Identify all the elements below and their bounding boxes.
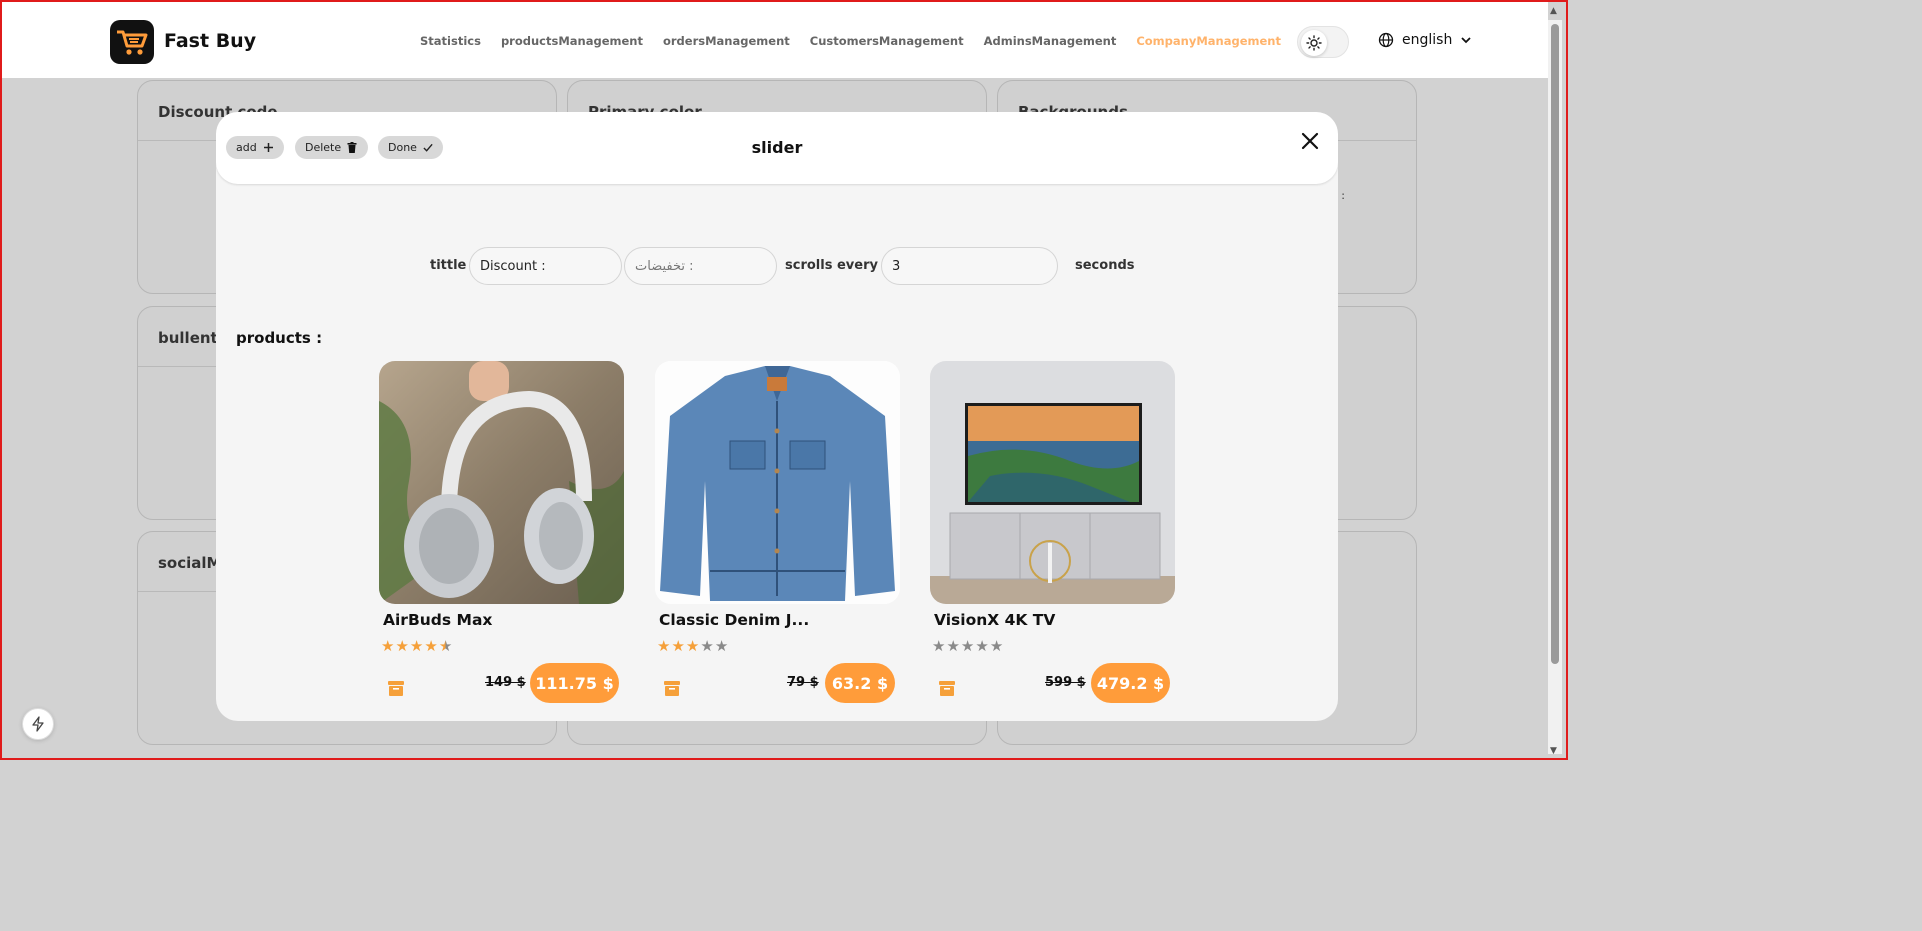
star-icon: ★	[989, 637, 1004, 655]
scrolls-every-label: scrolls every	[785, 258, 878, 273]
nav-statistics[interactable]: Statistics	[420, 34, 481, 48]
star-icon: ★	[381, 637, 395, 655]
product-old-price: 149 $	[485, 675, 526, 690]
nav-orders-management[interactable]: ordersManagement	[663, 34, 790, 48]
title-label: tittle	[430, 258, 467, 273]
globe-icon	[1378, 32, 1394, 48]
product-card[interactable]: VisionX 4K TV ★ ★ ★ ★ ★ 599 $ 479.2 $	[930, 361, 1175, 703]
modal-title: slider	[751, 138, 803, 157]
seconds-label: seconds	[1075, 258, 1135, 273]
products-heading: products :	[236, 329, 323, 347]
product-new-price: 63.2 $	[825, 663, 895, 703]
theme-toggle[interactable]	[1297, 26, 1349, 58]
star-icon: ★	[700, 637, 714, 655]
product-card[interactable]: AirBuds Max ★ ★ ★ ★ ★ 149 $ 111.75 $	[379, 361, 624, 703]
product-rating: ★ ★ ★ ★ ★	[381, 637, 452, 655]
archive-icon[interactable]	[938, 679, 956, 697]
product-rating: ★ ★ ★ ★ ★	[932, 637, 1003, 655]
product-name: AirBuds Max	[383, 611, 493, 629]
star-icon: ★	[960, 637, 975, 655]
language-selector[interactable]: english	[1378, 32, 1472, 48]
star-icon: ★	[657, 637, 671, 655]
product-old-price: 599 $	[1045, 675, 1086, 690]
page-scrollbar[interactable]: ▲ ▼	[1548, 6, 1562, 756]
language-label: english	[1402, 32, 1453, 48]
star-icon: ★	[685, 637, 700, 655]
close-icon[interactable]	[1299, 130, 1321, 152]
product-card[interactable]: Classic Denim J... ★ ★ ★ ★ ★ 79 $ 63.2 $	[655, 361, 900, 703]
product-rating: ★ ★ ★ ★ ★	[657, 637, 728, 655]
scroll-down-icon[interactable]: ▼	[1550, 746, 1557, 756]
title-arabic-input[interactable]: تخفيضات :	[624, 247, 777, 285]
product-old-price: 79 $	[787, 675, 819, 690]
title-english-input[interactable]: Discount :	[469, 247, 622, 285]
scrollbar-thumb[interactable]	[1551, 24, 1559, 664]
star-icon: ★	[424, 637, 438, 655]
nav-customers-management[interactable]: CustomersManagement	[810, 34, 964, 48]
star-icon: ★	[932, 637, 946, 655]
star-icon: ★	[395, 637, 409, 655]
star-half-icon: ★	[438, 637, 453, 655]
lightning-icon[interactable]	[22, 708, 54, 740]
modal-header: add Delete Done slider	[216, 112, 1338, 184]
nav-company-management[interactable]: CompanyManagement	[1136, 34, 1281, 48]
slider-modal: add Delete Done slider tittle Discount :…	[216, 112, 1338, 721]
product-new-price: 111.75 $	[530, 663, 619, 703]
star-icon: ★	[409, 637, 424, 655]
product-image-denim-jacket[interactable]	[655, 361, 900, 604]
star-icon: ★	[975, 637, 989, 655]
product-name: Classic Denim J...	[659, 611, 810, 629]
star-icon: ★	[671, 637, 685, 655]
cart-logo-icon[interactable]	[110, 20, 154, 64]
scroll-seconds-input[interactable]: 3	[881, 247, 1058, 285]
nav-products-management[interactable]: productsManagement	[501, 34, 643, 48]
scroll-up-icon[interactable]: ▲	[1550, 6, 1557, 16]
main-nav: Statistics productsManagement ordersMana…	[420, 34, 1301, 48]
sun-icon	[1301, 30, 1327, 56]
archive-icon[interactable]	[387, 679, 405, 697]
product-image-headphones[interactable]	[379, 361, 624, 604]
chevron-down-icon	[1461, 37, 1471, 44]
nav-admins-management[interactable]: AdminsManagement	[984, 34, 1117, 48]
brand-name[interactable]: Fast Buy	[164, 30, 256, 52]
product-image-tv[interactable]	[930, 361, 1175, 604]
archive-icon[interactable]	[663, 679, 681, 697]
product-name: VisionX 4K TV	[934, 611, 1056, 629]
product-new-price: 479.2 $	[1091, 663, 1170, 703]
star-icon: ★	[714, 637, 729, 655]
star-icon: ★	[946, 637, 960, 655]
top-navigation-bar: Fast Buy Statistics productsManagement o…	[2, 2, 1548, 78]
